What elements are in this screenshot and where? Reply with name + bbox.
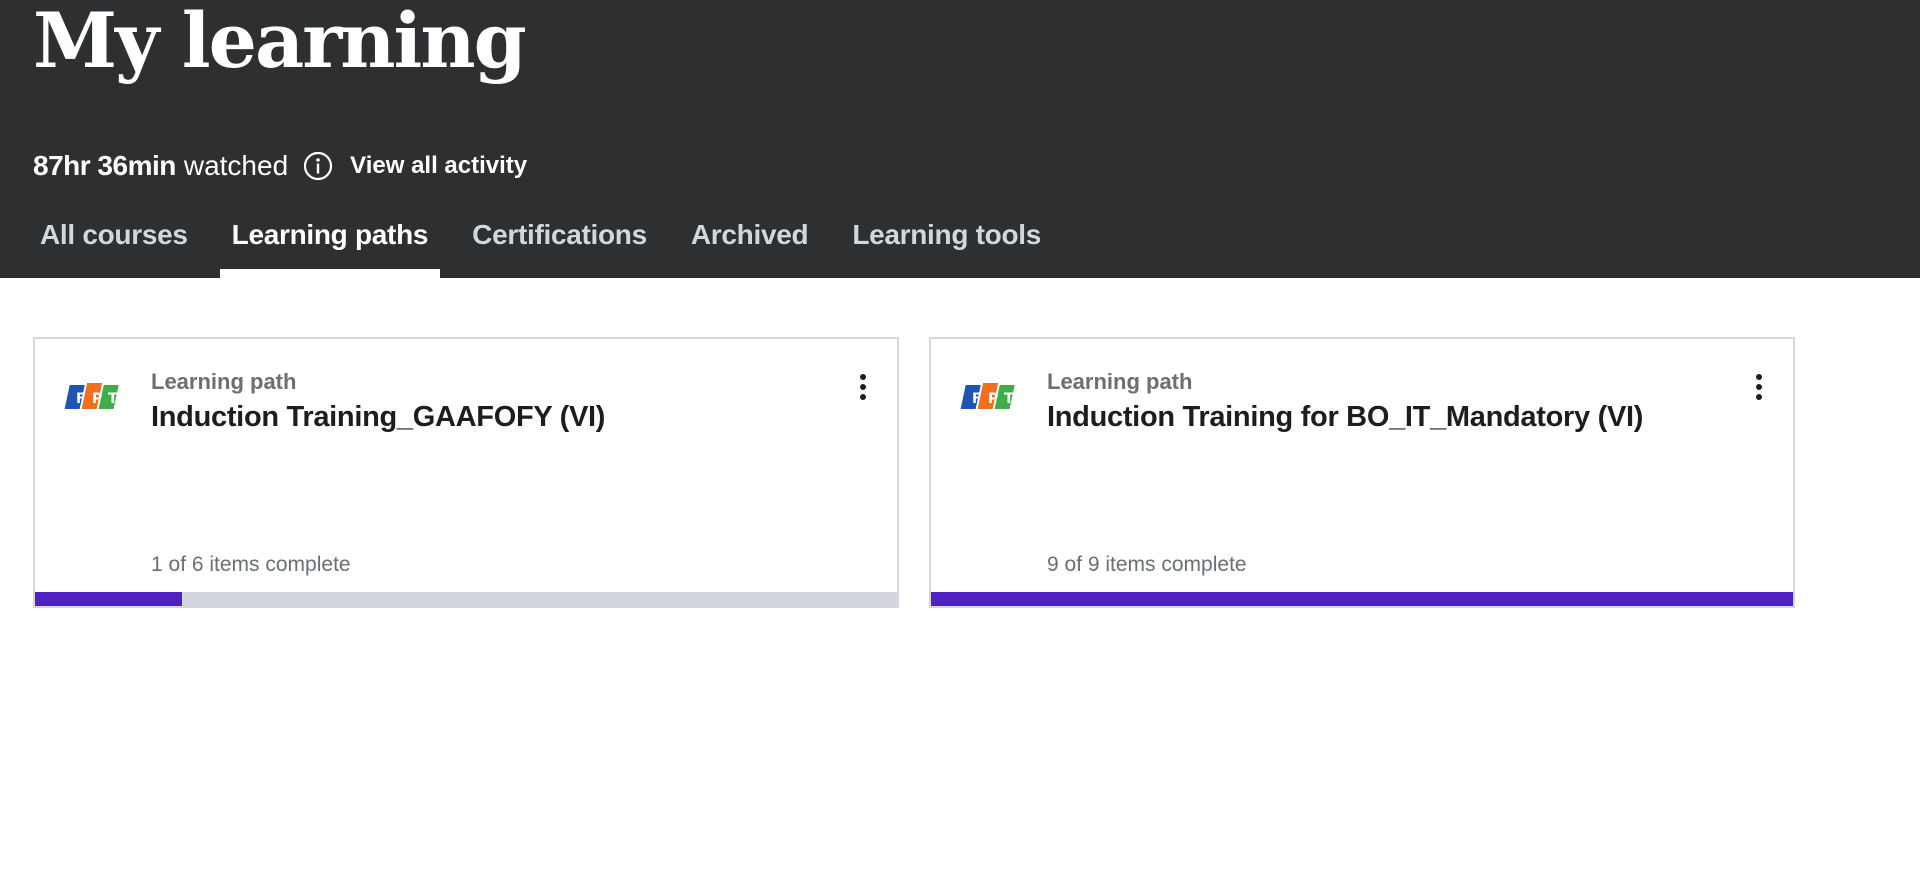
info-icon[interactable] <box>302 150 334 182</box>
svg-text:T: T <box>108 391 118 407</box>
tab-learning-tools[interactable]: Learning tools <box>840 208 1053 278</box>
learning-tabs: All courses Learning paths Certification… <box>28 208 1073 278</box>
learning-path-list: F P T Learning path Induction Training_G… <box>33 337 1825 608</box>
card-type-label: Learning path <box>1047 369 1193 394</box>
progress-text: 1 of 6 items complete <box>151 553 351 576</box>
more-options-button[interactable] <box>851 369 875 405</box>
learning-path-card[interactable]: F P T Learning path Induction Training f… <box>929 337 1795 608</box>
fpt-logo-icon: F P T <box>63 379 123 415</box>
card-title[interactable]: Induction Training for BO_IT_Mandatory (… <box>1047 401 1643 434</box>
progress-bar <box>931 592 1793 606</box>
view-all-activity-link[interactable]: View all activity <box>350 152 527 180</box>
page-title: My learning <box>33 0 527 85</box>
tab-archived[interactable]: Archived <box>679 208 820 278</box>
watched-label: watched <box>183 150 289 181</box>
card-type-label: Learning path <box>151 369 297 394</box>
progress-fill <box>931 592 1793 606</box>
tab-learning-paths[interactable]: Learning paths <box>219 208 441 278</box>
tab-all-courses[interactable]: All courses <box>28 208 200 278</box>
svg-text:P: P <box>92 391 102 407</box>
watched-hours: 87hr 36min <box>33 150 176 181</box>
progress-fill <box>35 592 182 606</box>
fpt-logo-icon: F P T <box>959 379 1019 415</box>
page-header: My learning 87hr 36min watched View all … <box>0 0 1920 278</box>
svg-text:F: F <box>972 391 982 407</box>
watched-stats: 87hr 36min watched View all activity <box>33 146 527 186</box>
progress-text: 9 of 9 items complete <box>1047 553 1247 576</box>
more-options-button[interactable] <box>1747 369 1771 405</box>
svg-text:P: P <box>988 391 998 407</box>
more-vertical-icon <box>1756 374 1762 380</box>
tab-certifications[interactable]: Certifications <box>460 208 659 278</box>
progress-bar <box>35 592 897 606</box>
learning-path-card[interactable]: F P T Learning path Induction Training_G… <box>33 337 899 608</box>
card-title[interactable]: Induction Training_GAAFOFY (VI) <box>151 401 605 434</box>
svg-text:T: T <box>1004 391 1014 407</box>
svg-text:F: F <box>76 391 86 407</box>
more-vertical-icon <box>860 374 866 380</box>
